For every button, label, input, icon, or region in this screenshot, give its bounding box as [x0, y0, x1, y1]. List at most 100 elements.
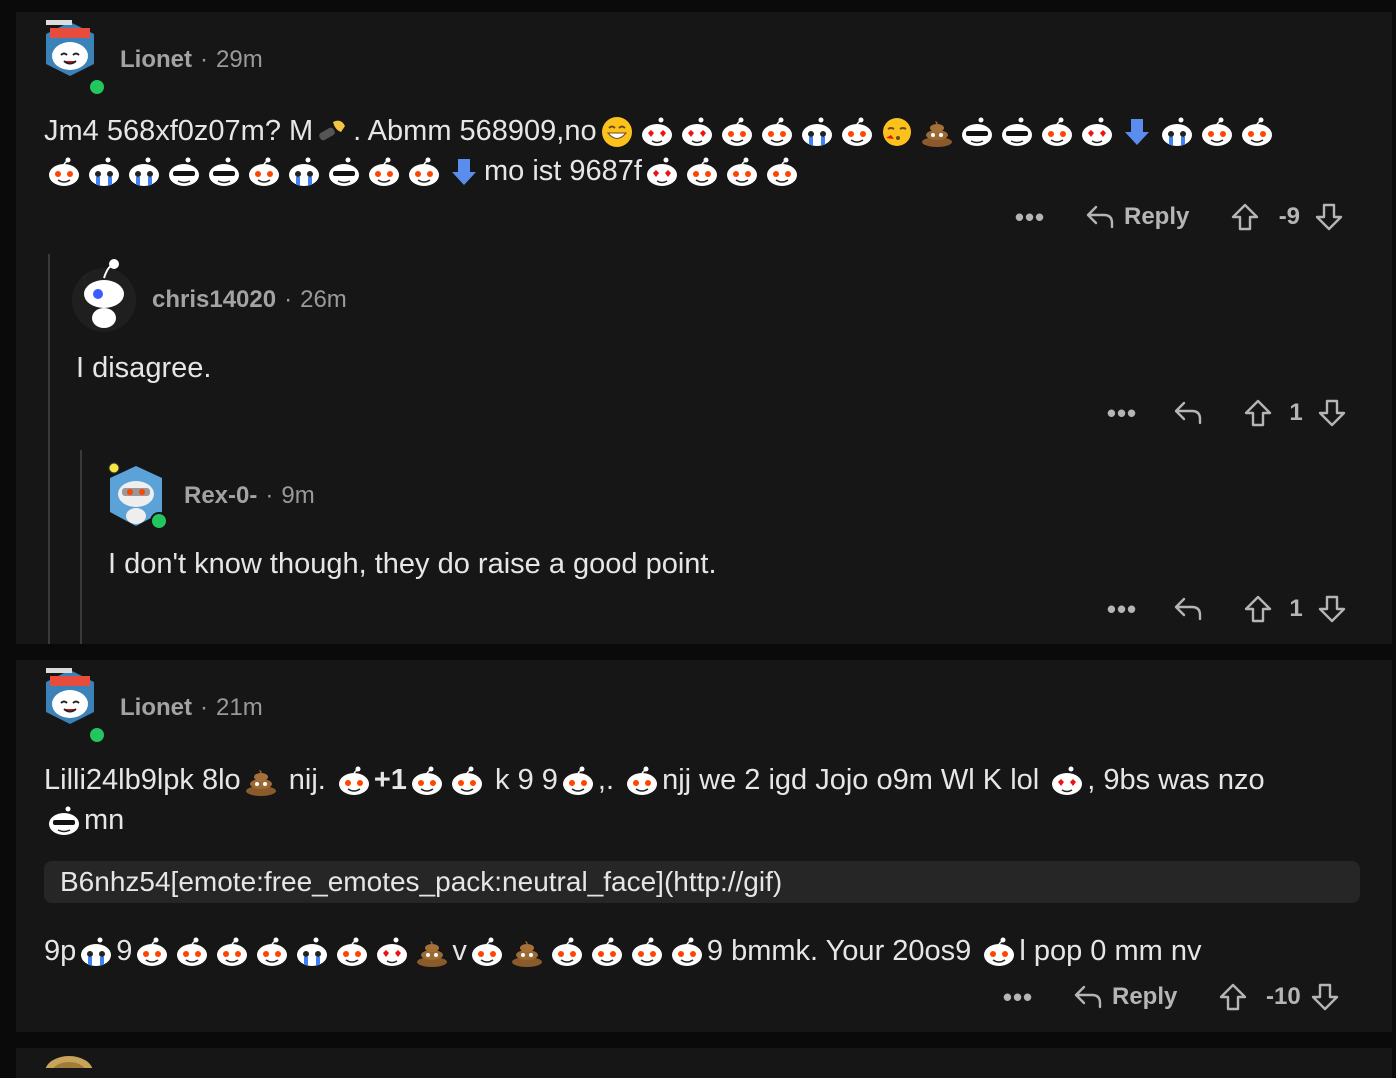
- username[interactable]: Rex-0-: [184, 482, 257, 509]
- snoo-love-emote-icon: [639, 116, 675, 148]
- snoo-cry-emote-icon: [1159, 116, 1195, 148]
- snoo-cool-emote-icon: [999, 116, 1035, 148]
- thread-line[interactable]: [80, 450, 82, 644]
- avatar[interactable]: [42, 666, 98, 728]
- body-text: mo ist 9687f: [484, 155, 642, 187]
- snoo-cool-emote-icon: [46, 805, 82, 837]
- snoo-emote-icon: [724, 156, 760, 188]
- comment-actions: ••• Reply -9: [1010, 197, 1345, 237]
- snoo-cool-emote-icon: [166, 156, 202, 188]
- snoo-emote-icon: [46, 156, 82, 188]
- snoo-emote-icon: [214, 936, 250, 968]
- body-text: 9: [116, 935, 133, 967]
- snoo-cry-emote-icon: [86, 156, 122, 188]
- body-text: v: [452, 935, 467, 967]
- online-indicator-icon: [150, 512, 168, 530]
- upvote-icon[interactable]: [1217, 981, 1249, 1013]
- comment-body: mo ist 9687f: [44, 151, 802, 191]
- comment-meta: chris14020 · 26m: [152, 286, 347, 313]
- snoo-emote-icon: [839, 116, 875, 148]
- avatar[interactable]: [42, 18, 98, 80]
- snoo-cry-emote-icon: [286, 156, 322, 188]
- snoo-emote-icon: [336, 765, 372, 797]
- snoo-emote-icon: [589, 936, 625, 968]
- downvote-icon[interactable]: [1316, 397, 1348, 429]
- reply-button[interactable]: Reply: [1084, 201, 1189, 233]
- comment-meta: Lionet · 21m: [120, 694, 263, 721]
- upvote-icon[interactable]: [1242, 593, 1274, 625]
- downvote-icon[interactable]: [1313, 201, 1345, 233]
- snoo-cry-emote-icon: [126, 156, 162, 188]
- snoo-love-emote-icon: [1079, 116, 1115, 148]
- body-text: mn: [84, 804, 125, 836]
- snoo-emote-icon: [409, 765, 445, 797]
- username[interactable]: Lionet: [120, 694, 192, 721]
- timestamp[interactable]: 26m: [300, 286, 347, 313]
- comment-actions: ••• 1: [1102, 393, 1348, 433]
- upvote-icon[interactable]: [1242, 397, 1274, 429]
- snoo-cool-emote-icon: [326, 156, 362, 188]
- snoo-emote-icon: [1239, 116, 1275, 148]
- comment-card: [16, 1048, 1392, 1078]
- body-text: nij.: [280, 764, 334, 796]
- snoo-emote-icon: [254, 936, 290, 968]
- reply-arrow-icon[interactable]: [1172, 397, 1204, 429]
- snoo-emote-icon: [449, 765, 485, 797]
- reply-arrow-icon: [1072, 981, 1104, 1013]
- body-text: njj we 2 igd Jojo o9m Wl K lol: [662, 764, 1048, 796]
- reply-arrow-icon[interactable]: [1172, 593, 1204, 625]
- comment-body: I disagree.: [76, 352, 212, 384]
- snoo-emote-icon: [1039, 116, 1075, 148]
- poop-emote-icon: [509, 936, 545, 968]
- reply-arrow-icon: [1084, 201, 1116, 233]
- snoo-emote-icon: [246, 156, 282, 188]
- comment-body: Lilli24lb9lpk 8lo nij. +1 k 9 9,. njj we…: [44, 760, 1265, 800]
- snoo-cry-emote-icon: [294, 936, 330, 968]
- snoo-emote-icon: [981, 936, 1017, 968]
- upvote-icon[interactable]: [1229, 201, 1261, 233]
- comment-meta: Lionet · 29m: [120, 46, 263, 73]
- more-options-button[interactable]: •••: [1102, 398, 1142, 429]
- more-options-button[interactable]: •••: [1010, 202, 1050, 233]
- snoo-emote-icon: [174, 936, 210, 968]
- reply-label: Reply: [1112, 983, 1178, 1010]
- more-options-button[interactable]: •••: [998, 982, 1038, 1013]
- comment-actions: ••• 1: [1102, 589, 1348, 629]
- snoo-emote-icon: [366, 156, 402, 188]
- downvote-icon[interactable]: [1316, 593, 1348, 625]
- comment-body: 9p 9 v 9 bmmk. Your 20os9 l pop 0 mm nv: [44, 931, 1202, 971]
- vote-score: 1: [1289, 399, 1303, 426]
- avatar[interactable]: [44, 1054, 94, 1068]
- timestamp[interactable]: 9m: [281, 482, 314, 509]
- poop-emote-icon: [919, 116, 955, 148]
- vote-score: -10: [1266, 983, 1301, 1010]
- body-text: k 9 9: [486, 764, 558, 796]
- body-text: Jm4 568xf0z07m? M: [44, 115, 314, 147]
- avatar[interactable]: [72, 256, 136, 332]
- reply-button[interactable]: Reply: [1072, 981, 1177, 1013]
- snoo-emote-icon: [624, 765, 660, 797]
- snoo-love-emote-icon: [374, 936, 410, 968]
- username[interactable]: chris14020: [152, 286, 276, 313]
- timestamp[interactable]: 29m: [216, 46, 263, 73]
- online-indicator-icon: [88, 726, 106, 744]
- snoo-emote-icon: [764, 156, 800, 188]
- poop-emote-icon: [414, 936, 450, 968]
- more-options-button[interactable]: •••: [1102, 594, 1142, 625]
- timestamp[interactable]: 21m: [216, 694, 263, 721]
- snoo-emote-icon: [134, 936, 170, 968]
- snoo-cool-emote-icon: [959, 116, 995, 148]
- downvote-icon[interactable]: [1309, 981, 1341, 1013]
- snoo-emote-icon: [684, 156, 720, 188]
- snoo-emote-icon: [334, 936, 370, 968]
- reply-label: Reply: [1124, 203, 1190, 230]
- down-arrow-emoji-icon: [446, 156, 482, 188]
- snoo-emote-icon: [759, 116, 795, 148]
- thread-line[interactable]: [48, 254, 50, 644]
- snoo-emote-icon: [719, 116, 755, 148]
- vote-score: 1: [1289, 595, 1303, 622]
- username[interactable]: Lionet: [120, 46, 192, 73]
- snoo-cry-emote-icon: [799, 116, 835, 148]
- snoo-emote-icon: [669, 936, 705, 968]
- snoo-cry-emote-icon: [78, 936, 114, 968]
